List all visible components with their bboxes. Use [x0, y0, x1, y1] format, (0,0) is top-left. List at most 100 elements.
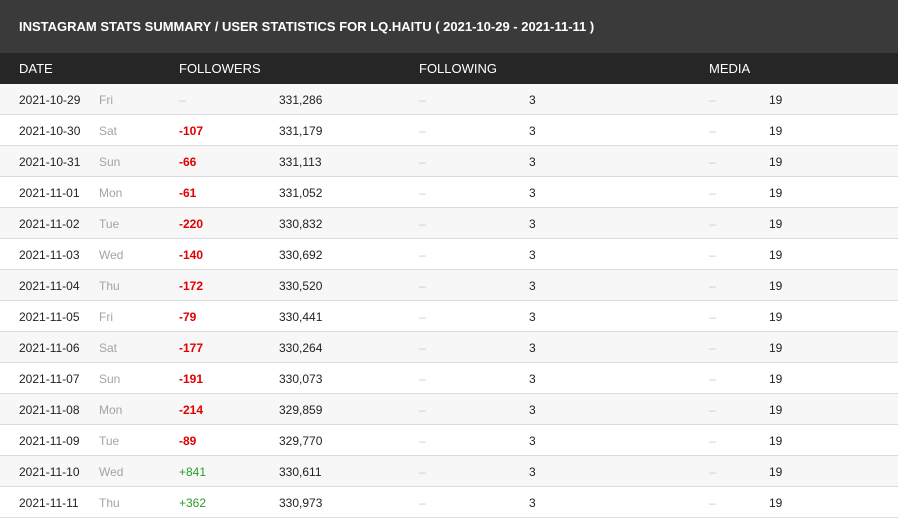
media-change-cell: – [709, 279, 716, 293]
weekday-cell: Wed [99, 465, 124, 479]
media-change-cell: – [709, 186, 716, 200]
media-change-cell: – [709, 434, 716, 448]
weekday-cell: Wed [99, 248, 124, 262]
following-change-cell: – [419, 279, 426, 293]
column-header-following: FOLLOWING [419, 61, 498, 76]
followers-count-cell: 331,113 [279, 155, 322, 169]
following-change-cell: – [419, 93, 426, 107]
table-row: 2021-11-05 Fri -79 330,441 – 3 – 19 [0, 301, 898, 332]
media-count-cell: 19 [769, 372, 783, 386]
followers-change-cell: – [179, 93, 186, 107]
followers-count-cell: 330,692 [279, 248, 323, 262]
followers-change-cell: -177 [179, 341, 204, 355]
following-count-cell: 3 [529, 155, 536, 169]
following-count-cell: 3 [529, 434, 536, 448]
media-count-cell: 19 [769, 248, 783, 262]
media-change-cell: – [709, 496, 716, 510]
date-cell: 2021-11-05 [19, 310, 80, 324]
table-row: 2021-10-29 Fri – 331,286 – 3 – 19 [0, 84, 898, 115]
following-count-cell: 3 [529, 248, 536, 262]
followers-count-cell: 329,770 [279, 434, 323, 448]
table-header: DATE FOLLOWERS FOLLOWING MEDIA [0, 53, 898, 84]
date-cell: 2021-11-10 [19, 465, 80, 479]
column-header-media: MEDIA [709, 61, 751, 76]
followers-count-cell: 331,052 [279, 186, 323, 200]
date-cell: 2021-11-07 [19, 372, 80, 386]
weekday-cell: Tue [99, 217, 120, 231]
date-cell: 2021-11-01 [19, 186, 80, 200]
media-change-cell: – [709, 155, 716, 169]
media-change-cell: – [709, 341, 716, 355]
media-change-cell: – [709, 372, 716, 386]
media-count-cell: 19 [769, 434, 783, 448]
followers-change-cell: -66 [179, 155, 197, 169]
following-change-cell: – [419, 496, 426, 510]
weekday-cell: Sat [99, 124, 118, 138]
followers-count-cell: 331,286 [279, 93, 323, 107]
date-cell: 2021-11-11 [19, 496, 79, 510]
weekday-cell: Mon [99, 403, 123, 417]
followers-count-cell: 330,441 [279, 310, 323, 324]
weekday-cell: Sun [99, 155, 121, 169]
column-header-date: DATE [19, 61, 53, 76]
media-change-cell: – [709, 124, 716, 138]
date-cell: 2021-11-06 [19, 341, 80, 355]
followers-change-cell: +841 [179, 465, 207, 479]
following-change-cell: – [419, 217, 426, 231]
date-cell: 2021-11-04 [19, 279, 80, 293]
following-change-cell: – [419, 341, 426, 355]
stats-table-body: 2021-10-29 Fri – 331,286 – 3 – 19 2021-10-30 Sat -… [0, 84, 898, 518]
table-row: 2021-11-07 Sun -191 330,073 – 3 – 19 [0, 363, 898, 394]
media-count-cell: 19 [769, 124, 783, 138]
media-count-cell: 19 [769, 403, 783, 417]
weekday-cell: Tue [99, 434, 120, 448]
followers-change-cell: -89 [179, 434, 197, 448]
following-count-cell: 3 [529, 341, 536, 355]
table-row: 2021-11-02 Tue -220 330,832 – 3 – 19 [0, 208, 898, 239]
media-count-cell: 19 [769, 186, 783, 200]
media-change-cell: – [709, 465, 716, 479]
followers-count-cell: 330,073 [279, 372, 323, 386]
table-row: 2021-11-10 Wed +841 330,611 – 3 – 19 [0, 456, 898, 487]
date-cell: 2021-11-08 [19, 403, 80, 417]
weekday-cell: Sun [99, 372, 121, 386]
following-count-cell: 3 [529, 186, 536, 200]
followers-count-cell: 330,520 [279, 279, 323, 293]
date-cell: 2021-10-31 [19, 155, 81, 169]
table-row: 2021-11-04 Thu -172 330,520 – 3 – 19 [0, 270, 898, 301]
followers-change-cell: -214 [179, 403, 204, 417]
weekday-cell: Fri [99, 310, 113, 324]
media-count-cell: 19 [769, 310, 783, 324]
followers-count-cell: 331,179 [279, 124, 323, 138]
following-count-cell: 3 [529, 403, 536, 417]
page-title: INSTAGRAM STATS SUMMARY / USER STATISTIC… [0, 0, 898, 53]
date-cell: 2021-10-30 [19, 124, 81, 138]
following-change-cell: – [419, 372, 426, 386]
following-change-cell: – [419, 465, 426, 479]
followers-count-cell: 330,264 [279, 341, 323, 355]
date-cell: 2021-11-09 [19, 434, 80, 448]
following-count-cell: 3 [529, 124, 536, 138]
date-cell: 2021-11-02 [19, 217, 80, 231]
following-change-cell: – [419, 248, 426, 262]
table-row: 2021-11-06 Sat -177 330,264 – 3 – 19 [0, 332, 898, 363]
weekday-cell: Thu [99, 279, 120, 293]
following-count-cell: 3 [529, 279, 536, 293]
table-row: 2021-10-30 Sat -107 331,179 – 3 – 19 [0, 115, 898, 146]
followers-change-cell: -61 [179, 186, 197, 200]
weekday-cell: Sat [99, 341, 118, 355]
table-row: 2021-10-31 Sun -66 331,113 – 3 – 19 [0, 146, 898, 177]
following-change-cell: – [419, 403, 426, 417]
weekday-cell: Fri [99, 93, 113, 107]
table-row: 2021-11-03 Wed -140 330,692 – 3 – 19 [0, 239, 898, 270]
following-count-cell: 3 [529, 372, 536, 386]
following-count-cell: 3 [529, 310, 536, 324]
weekday-cell: Thu [99, 496, 120, 510]
following-change-cell: – [419, 186, 426, 200]
followers-change-cell: -107 [179, 124, 204, 138]
table-row: 2021-11-08 Mon -214 329,859 – 3 – 19 [0, 394, 898, 425]
media-count-cell: 19 [769, 465, 783, 479]
media-count-cell: 19 [769, 93, 783, 107]
media-change-cell: – [709, 310, 716, 324]
media-change-cell: – [709, 248, 716, 262]
